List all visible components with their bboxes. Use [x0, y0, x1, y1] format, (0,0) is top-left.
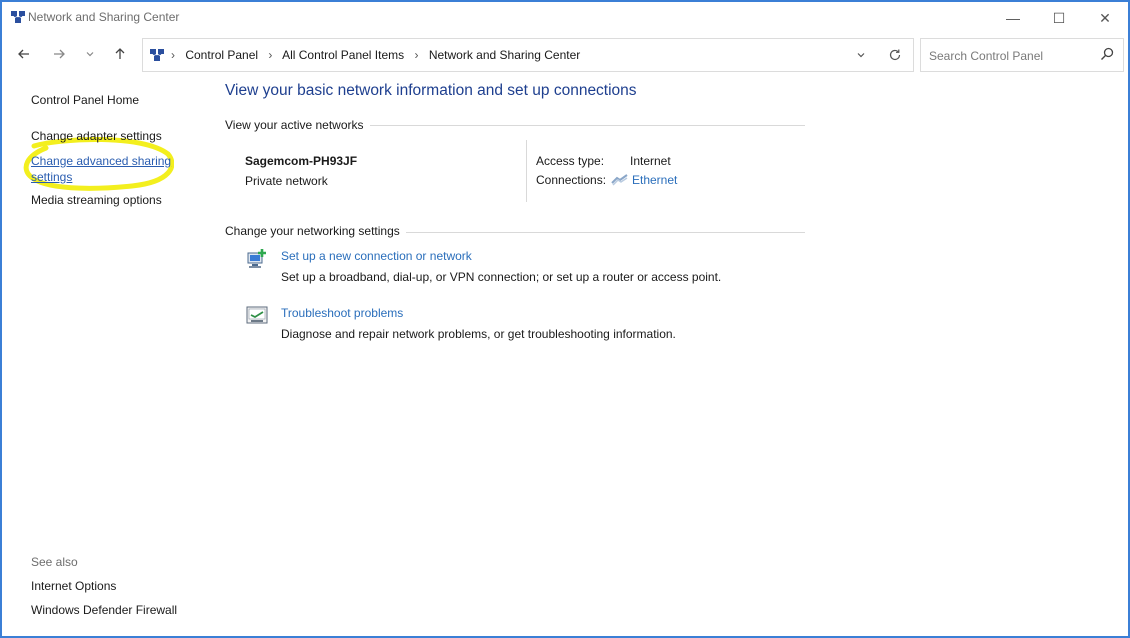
title-bar: Network and Sharing Center — ☐ ✕	[2, 2, 1128, 34]
network-sharing-center-window: Network and Sharing Center — ☐ ✕ › Contr…	[0, 0, 1130, 638]
recent-locations-button[interactable]	[78, 42, 102, 66]
breadcrumb-separator[interactable]: ›	[268, 48, 272, 62]
divider	[526, 140, 527, 202]
sidebar-item-change-adapter-settings[interactable]: Change adapter settings	[31, 129, 162, 143]
minimize-button[interactable]: —	[990, 2, 1036, 34]
back-button[interactable]	[12, 42, 36, 66]
breadcrumb-separator[interactable]: ›	[414, 48, 418, 62]
address-bar[interactable]: › Control Panel › All Control Panel Item…	[142, 38, 914, 72]
ethernet-icon	[611, 174, 628, 186]
sidebar-item-change-advanced-sharing[interactable]: Change advanced sharing settings	[31, 153, 181, 185]
access-type-value: Internet	[630, 154, 671, 168]
network-name: Sagemcom-PH93JF	[245, 154, 358, 168]
breadcrumb-control-panel[interactable]: Control Panel	[185, 48, 258, 62]
breadcrumb-all-items[interactable]: All Control Panel Items	[282, 48, 404, 62]
sidebar-item-windows-firewall[interactable]: Windows Defender Firewall	[31, 603, 177, 617]
network-type: Private network	[245, 174, 328, 188]
search-input[interactable]	[927, 46, 1091, 66]
new-connection-icon	[247, 249, 266, 268]
control-panel-icon	[150, 49, 164, 61]
address-dropdown-button[interactable]	[851, 45, 871, 65]
main-content: View your basic network information and …	[225, 74, 1105, 634]
setup-connection-description: Set up a broadband, dial-up, or VPN conn…	[281, 270, 722, 284]
navigation-bar: › Control Panel › All Control Panel Item…	[2, 36, 1128, 74]
sidebar-item-media-streaming[interactable]: Media streaming options	[31, 193, 162, 207]
maximize-button[interactable]: ☐	[1036, 2, 1082, 34]
breadcrumb: › Control Panel › All Control Panel Item…	[171, 48, 580, 62]
network-center-icon	[11, 11, 25, 23]
refresh-button[interactable]	[885, 45, 905, 65]
troubleshoot-description: Diagnose and repair network problems, or…	[281, 327, 676, 341]
breadcrumb-separator[interactable]: ›	[171, 48, 175, 62]
chevron-down-icon	[86, 52, 94, 57]
refresh-icon	[889, 49, 901, 61]
setup-connection-link[interactable]: Set up a new connection or network	[281, 249, 472, 263]
search-box[interactable]	[920, 38, 1124, 72]
arrow-up-icon	[115, 48, 125, 59]
forward-button[interactable]	[47, 42, 71, 66]
networking-settings-title: Change your networking settings	[225, 224, 406, 238]
arrow-right-icon	[54, 49, 65, 59]
sidebar: Control Panel Home Change adapter settin…	[2, 74, 207, 634]
troubleshoot-icon	[246, 306, 268, 324]
up-button[interactable]	[108, 42, 132, 66]
arrow-left-icon	[18, 49, 29, 59]
page-title: View your basic network information and …	[225, 82, 637, 99]
breadcrumb-network-center[interactable]: Network and Sharing Center	[429, 48, 580, 62]
sidebar-item-control-panel-home[interactable]: Control Panel Home	[31, 93, 139, 107]
close-button[interactable]: ✕	[1082, 2, 1128, 34]
troubleshoot-link[interactable]: Troubleshoot problems	[281, 306, 403, 320]
sidebar-item-internet-options[interactable]: Internet Options	[31, 579, 116, 593]
ethernet-link[interactable]: Ethernet	[632, 173, 677, 187]
connections-label: Connections:	[536, 173, 607, 187]
access-type-label: Access type:	[536, 154, 605, 168]
active-networks-title: View your active networks	[225, 118, 370, 132]
see-also-label: See also	[31, 555, 78, 569]
chevron-down-icon	[857, 53, 865, 58]
window-title: Network and Sharing Center	[28, 10, 180, 24]
search-icon[interactable]	[1099, 46, 1115, 62]
